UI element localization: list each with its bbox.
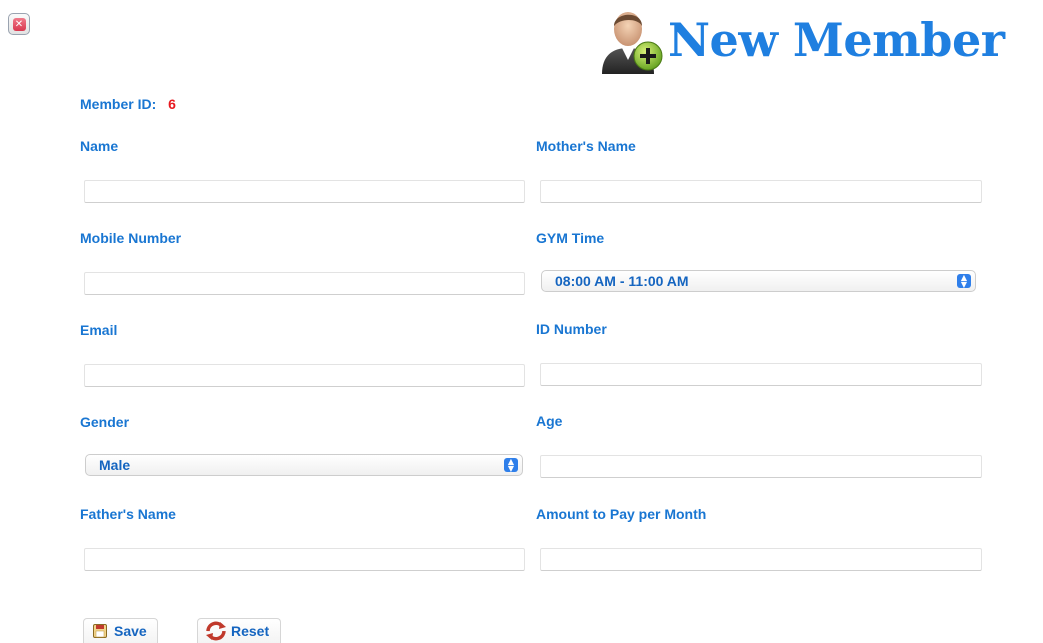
mobile-number-label: Mobile Number: [80, 230, 182, 246]
page-title: New Member: [668, 13, 1005, 67]
add-member-icon: [602, 12, 663, 74]
member-id-label: Member ID: 6: [80, 96, 176, 112]
email-field[interactable]: [84, 364, 525, 387]
member-id-value: 6: [168, 96, 176, 112]
age-label: Age: [536, 413, 563, 429]
email-label: Email: [80, 322, 118, 338]
save-icon: [93, 624, 107, 638]
save-button-label: Save: [114, 623, 147, 639]
mobile-number-field[interactable]: [84, 272, 525, 295]
reset-button[interactable]: Reset: [197, 618, 281, 643]
close-icon: ✕: [12, 17, 26, 31]
amount-label: Amount to Pay per Month: [536, 506, 707, 522]
gym-time-label: GYM Time: [536, 230, 605, 246]
id-number-field[interactable]: [540, 363, 982, 386]
name-label: Name: [80, 138, 119, 154]
gym-time-select[interactable]: 08:00 AM - 11:00 AM ▲ ▼: [541, 270, 976, 292]
name-field[interactable]: [84, 180, 525, 203]
save-button[interactable]: Save: [83, 618, 158, 643]
mothers-name-field[interactable]: [540, 180, 982, 203]
close-button[interactable]: ✕: [8, 13, 30, 35]
age-field[interactable]: [540, 455, 982, 478]
id-number-label: ID Number: [536, 321, 607, 337]
member-id-label-text: Member ID:: [80, 96, 157, 112]
reset-icon: [206, 621, 226, 641]
reset-button-label: Reset: [231, 623, 270, 639]
fathers-name-field[interactable]: [84, 548, 525, 571]
select-arrows-icon: ▲ ▼: [504, 458, 518, 473]
mothers-name-label: Mother's Name: [536, 138, 636, 154]
gender-selected-value: Male: [99, 457, 131, 473]
select-arrows-icon: ▲ ▼: [957, 274, 971, 289]
amount-field[interactable]: [540, 548, 982, 571]
page-header: New Member: [598, 0, 1043, 80]
gender-select[interactable]: Male ▲ ▼: [85, 454, 523, 476]
fathers-name-label: Father's Name: [80, 506, 176, 522]
gym-time-selected-value: 08:00 AM - 11:00 AM: [555, 273, 689, 289]
gender-label: Gender: [80, 414, 130, 430]
